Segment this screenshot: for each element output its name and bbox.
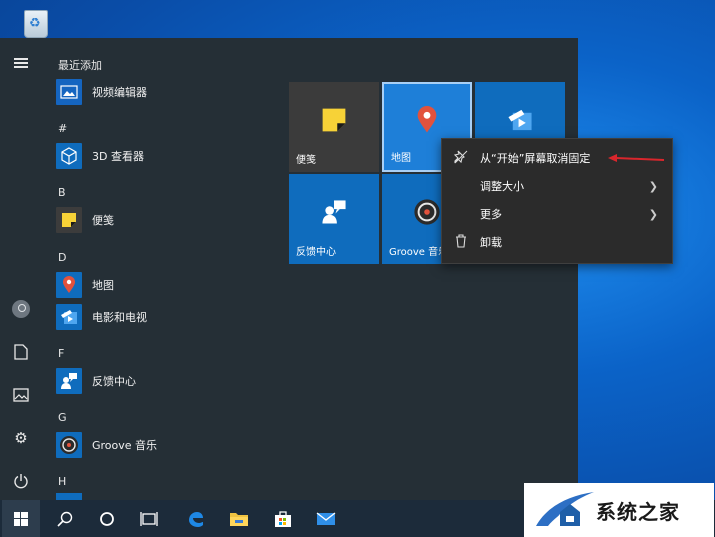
search-icon[interactable] [46, 500, 84, 537]
sticky-note-icon [320, 106, 348, 134]
watermark-text: 系统之家 [596, 499, 680, 524]
tile-label: 反馈中心 [296, 247, 336, 258]
pictures-icon[interactable] [8, 382, 34, 408]
cortana-icon[interactable] [88, 500, 126, 537]
app-label: 电影和电视 [92, 311, 147, 324]
section-header-hash[interactable]: # [58, 122, 67, 135]
menu-item-more[interactable]: 更多 ❯ [442, 200, 672, 228]
start-rail: ⚙ [0, 38, 42, 500]
app-label: 便笺 [92, 214, 114, 227]
app-label: 视频编辑器 [92, 86, 147, 99]
menu-item-resize[interactable]: 调整大小 ❯ [442, 172, 672, 200]
list-item-groove-music[interactable]: Groove 音乐 [56, 429, 157, 461]
list-item-movies-tv[interactable]: 电影和电视 [56, 301, 147, 333]
menu-item-label: 从“开始”屏幕取消固定 [480, 152, 591, 165]
store-icon[interactable] [264, 500, 302, 537]
menu-item-uninstall[interactable]: 卸载 [442, 228, 672, 256]
unpin-icon [442, 150, 480, 167]
trash-icon [442, 233, 480, 251]
file-explorer-icon[interactable] [220, 500, 258, 537]
app-list: 最近添加 视频编辑器 # 3D 查看器 B 便笺 D 地图 电影和电视 F 反馈… [42, 38, 282, 500]
list-item-maps[interactable]: 地图 [56, 269, 114, 301]
menu-item-label: 调整大小 [480, 180, 524, 193]
watermark-logo [534, 490, 596, 530]
user-avatar-icon[interactable] [8, 296, 34, 322]
tile-label: Groove 音乐 [389, 247, 449, 258]
map-pin-icon [56, 272, 82, 298]
hamburger-menu-icon[interactable] [8, 50, 34, 76]
task-view-icon[interactable] [130, 500, 168, 537]
list-item-partial [56, 493, 82, 500]
video-editor-icon [56, 79, 82, 105]
list-item-video-editor[interactable]: 视频编辑器 [56, 76, 147, 108]
tile-sticky-notes[interactable]: 便笺 [289, 82, 379, 172]
chevron-right-icon: ❯ [648, 207, 658, 221]
map-pin-icon [413, 106, 441, 134]
tile-label: 便笺 [296, 155, 316, 166]
menu-item-label: 卸载 [480, 236, 502, 249]
movies-tv-icon [56, 304, 82, 330]
list-item-3d-viewer[interactable]: 3D 查看器 [56, 140, 144, 172]
annotation-arrow [608, 154, 665, 162]
feedback-hub-icon [320, 198, 348, 226]
settings-gear-icon[interactable]: ⚙ [8, 425, 34, 451]
section-header-recent: 最近添加 [58, 59, 102, 72]
watermark: 系统之家 [524, 483, 714, 537]
chevron-right-icon: ❯ [648, 179, 658, 193]
tile-label: 地图 [391, 153, 411, 164]
section-header-f[interactable]: F [58, 347, 64, 360]
list-item-sticky-notes[interactable]: 便笺 [56, 204, 114, 236]
mail-icon[interactable] [307, 500, 345, 537]
section-header-h[interactable]: H [58, 475, 66, 488]
tile-feedback-hub[interactable]: 反馈中心 [289, 174, 379, 264]
power-icon[interactable] [8, 468, 34, 494]
section-header-d[interactable]: D [58, 251, 66, 264]
section-header-g[interactable]: G [58, 411, 67, 424]
feedback-hub-icon [56, 368, 82, 394]
start-icon[interactable] [2, 500, 40, 537]
cube-3d-icon [56, 143, 82, 169]
app-label: 地图 [92, 279, 114, 292]
menu-item-label: 更多 [480, 208, 502, 221]
app-label: Groove 音乐 [92, 439, 158, 452]
groove-music-icon [56, 432, 82, 458]
documents-icon[interactable] [8, 339, 34, 365]
list-item-feedback-hub[interactable]: 反馈中心 [56, 365, 136, 397]
groove-music-icon [413, 198, 441, 226]
edge-icon[interactable] [177, 500, 215, 537]
movies-tv-icon [506, 106, 534, 134]
sticky-note-icon [56, 207, 82, 233]
section-header-b[interactable]: B [58, 186, 66, 199]
app-label: 3D 查看器 [92, 150, 144, 163]
start-menu: ⚙ 最近添加 视频编辑器 # 3D 查看器 B 便笺 D 地图 电影和电视 F … [0, 38, 578, 500]
recycle-bin-icon[interactable] [18, 6, 54, 38]
app-label: 反馈中心 [92, 375, 136, 388]
